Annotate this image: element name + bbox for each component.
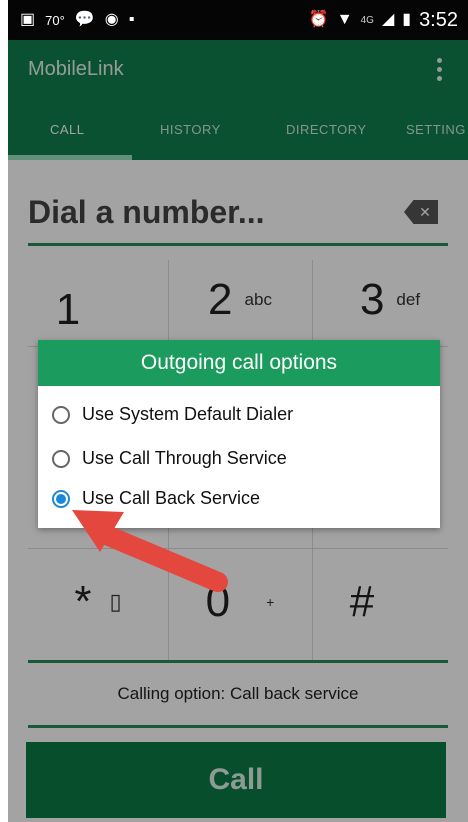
option-system-default-dialer[interactable]: Use System Default Dialer (52, 404, 293, 425)
radio-button[interactable] (52, 405, 70, 424)
option-label: Use Call Back Service (82, 488, 261, 508)
radio-button-selected[interactable] (52, 489, 70, 508)
option-label: Use Call Through Service (82, 448, 287, 468)
alarm-icon: ⏰ (308, 11, 329, 28)
temperature-text: 70° (45, 12, 65, 28)
status-bar: ▣ 70° 💬 ◉ ▪ ⏰ ▼ 4G ◢ ▮ 3:52 (8, 0, 468, 40)
signal-icon: ◢ (381, 11, 395, 28)
option-call-through-service[interactable]: Use Call Through Service (52, 448, 287, 469)
network-type-text: 4G (360, 14, 374, 26)
clock-text: 3:52 (419, 8, 458, 31)
lock-icon: ◉ (104, 11, 119, 28)
chat-icon: 💬 (74, 11, 95, 28)
wifi-icon: ▼ (336, 11, 353, 28)
phone-screen: ▣ 70° 💬 ◉ ▪ ⏰ ▼ 4G ◢ ▮ 3:52 MobileLink C… (0, 0, 468, 822)
app-icon: ▪ (128, 11, 135, 28)
battery-icon: ▮ (402, 11, 412, 28)
dialog-title: Outgoing call options (38, 340, 440, 386)
image-icon: ▣ (20, 11, 36, 28)
screenshot-border (0, 0, 8, 822)
option-label: Use System Default Dialer (82, 404, 294, 424)
radio-button[interactable] (52, 449, 70, 468)
outgoing-call-options-dialog: Outgoing call options Use System Default… (38, 340, 440, 528)
option-call-back-service[interactable]: Use Call Back Service (52, 488, 260, 509)
